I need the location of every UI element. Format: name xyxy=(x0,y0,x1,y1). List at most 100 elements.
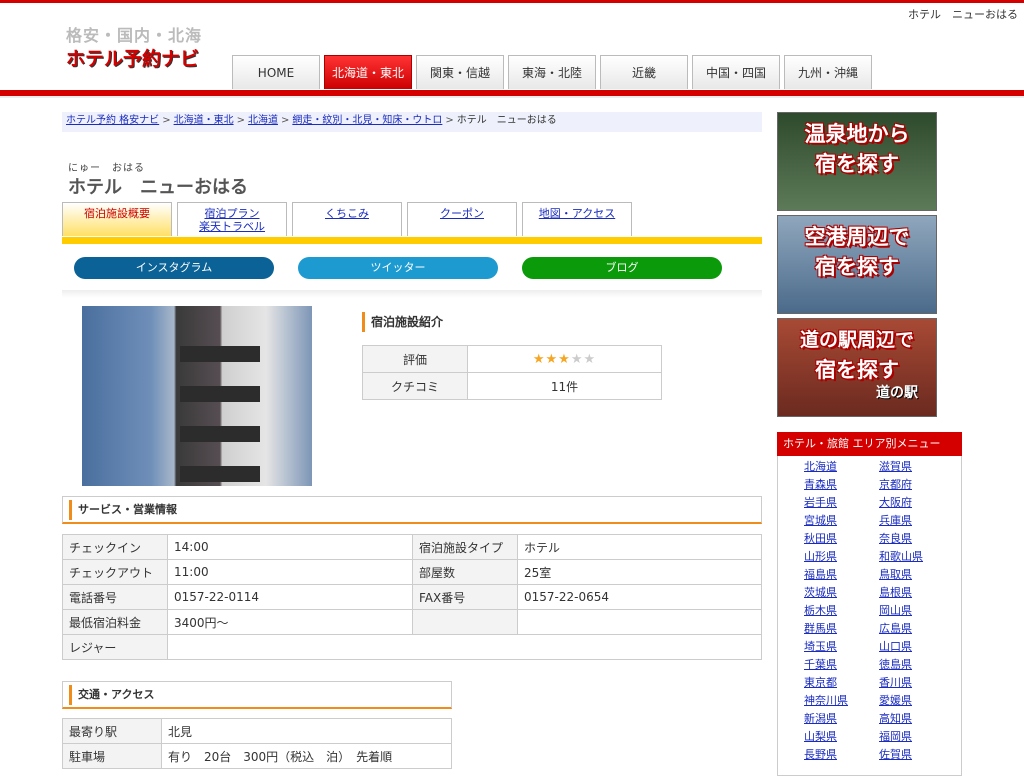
area-link[interactable]: 秋田県 xyxy=(804,530,848,548)
banner-michinoeki-logo: 道の駅 xyxy=(876,385,918,401)
banner-airport-line2: 宿を探す xyxy=(815,255,899,279)
area-link[interactable]: 北海道 xyxy=(804,458,848,476)
breadcrumb-link-area[interactable]: 網走・紋別・北見・知床・ウトロ xyxy=(292,115,442,126)
blog-button[interactable]: ブログ xyxy=(522,257,722,279)
banner-michinoeki-line2: 宿を探す xyxy=(815,358,899,382)
tab-reviews[interactable]: くちこみ xyxy=(292,202,402,236)
access-title: 交通・アクセス xyxy=(69,685,154,705)
area-link[interactable]: 愛媛県 xyxy=(879,692,923,710)
tab-overview[interactable]: 宿泊施設概要 xyxy=(62,202,172,236)
tab-map-access[interactable]: 地図・アクセス xyxy=(522,202,632,236)
nav-kyushu-okinawa[interactable]: 九州・沖縄 xyxy=(784,55,872,89)
table-cell: 25室 xyxy=(517,559,762,585)
photo-window xyxy=(180,346,260,362)
logo-line2: ホテル予約ナビ xyxy=(66,48,200,70)
breadcrumb-link-pref[interactable]: 北海道 xyxy=(248,115,278,126)
table-row: 駐車場 有り 20台 300円（税込 泊） 先着順 xyxy=(62,743,452,769)
tab-coupon-label[interactable]: クーポン xyxy=(440,207,484,220)
table-cell: 最低宿泊料金 xyxy=(62,609,168,635)
area-link[interactable]: 埼玉県 xyxy=(804,638,848,656)
area-link[interactable]: 奈良県 xyxy=(879,530,923,548)
banner-michinoeki[interactable]: 道の駅周辺で 宿を探す 道の駅 xyxy=(777,318,937,417)
area-link[interactable]: 栃木県 xyxy=(804,602,848,620)
area-link[interactable]: 茨城県 xyxy=(804,584,848,602)
area-link[interactable]: 大阪府 xyxy=(879,494,923,512)
service-table: チェックイン 14:00 宿泊施設タイプ ホテル チェックアウト 11:00 部… xyxy=(62,534,762,660)
area-link[interactable]: 兵庫県 xyxy=(879,512,923,530)
area-link[interactable]: 山梨県 xyxy=(804,728,848,746)
area-menu-col1: 北海道 青森県 岩手県 宮城県 秋田県 山形県 福島県 茨城県 栃木県 群馬県 埼玉県 千葉県 東京都神… xyxy=(804,458,848,764)
table-row: 最低宿泊料金 3400円～ xyxy=(62,609,762,635)
breadcrumb-link-top[interactable]: ホテル予約 格安ナビ xyxy=(66,115,159,126)
area-link[interactable]: 島根県 xyxy=(879,584,923,602)
area-link[interactable]: 和歌山県 xyxy=(879,548,923,566)
banner-airport-line1: 空港周辺で xyxy=(804,225,910,249)
logo-line1: 格安・国内・北海 xyxy=(66,26,203,45)
section-divider xyxy=(62,290,762,298)
site-logo[interactable]: 格安・国内・北海 ホテル予約ナビ xyxy=(66,22,222,72)
area-link[interactable]: 青森県 xyxy=(804,476,848,494)
access-table: 最寄り駅 北見 駐車場 有り 20台 300円（税込 泊） 先着順 xyxy=(62,718,452,769)
table-cell xyxy=(412,609,518,635)
tab-coupon[interactable]: クーポン xyxy=(407,202,517,236)
service-header: サービス・営業情報 xyxy=(62,496,762,524)
area-link[interactable]: 佐賀県 xyxy=(879,746,923,764)
nav-kanto-shinetsu[interactable]: 関東・信越 xyxy=(416,55,504,89)
area-link[interactable]: 山口県 xyxy=(879,638,923,656)
area-link[interactable]: 滋賀県 xyxy=(879,458,923,476)
area-link[interactable]: 京都府 xyxy=(879,476,923,494)
tab-plans-label[interactable]: 宿泊プラン xyxy=(205,207,260,220)
breadcrumb-link-region[interactable]: 北海道・東北 xyxy=(174,115,234,126)
area-link[interactable]: 東京都 xyxy=(804,674,848,692)
tab-overview-label: 宿泊施設概要 xyxy=(84,207,150,220)
tab-map-access-label[interactable]: 地図・アクセス xyxy=(539,207,615,220)
banner-airport[interactable]: 空港周辺で 宿を探す xyxy=(777,215,937,314)
area-link[interactable]: 岡山県 xyxy=(879,602,923,620)
table-cell: FAX番号 xyxy=(412,584,518,610)
area-link[interactable]: 群馬県 xyxy=(804,620,848,638)
area-link[interactable]: 徳島県 xyxy=(879,656,923,674)
nav-home[interactable]: HOME xyxy=(232,55,320,89)
table-cell: ホテル xyxy=(517,534,762,560)
table-cell: 0157-22-0114 xyxy=(167,584,413,610)
tab-plans-sub[interactable]: 楽天トラベル xyxy=(199,220,265,233)
detail-tabs: 宿泊施設概要 宿泊プラン 楽天トラベル くちこみ クーポン 地図・アクセス xyxy=(62,202,637,236)
table-cell: 部屋数 xyxy=(412,559,518,585)
area-link[interactable]: 新潟県 xyxy=(804,710,848,728)
table-row: チェックイン 14:00 宿泊施設タイプ ホテル xyxy=(62,534,762,560)
twitter-button[interactable]: ツイッター xyxy=(298,257,498,279)
area-link[interactable]: 神奈川県 xyxy=(804,692,848,710)
area-link[interactable]: 山形県 xyxy=(804,548,848,566)
area-link[interactable]: 広島県 xyxy=(879,620,923,638)
main-nav: HOME 北海道・東北 関東・信越 東海・北陸 近畿 中国・四国 九州・沖縄 xyxy=(232,55,876,91)
table-cell: 北見 xyxy=(161,718,452,744)
nav-underline-shadow xyxy=(0,96,1024,98)
area-link[interactable]: 千葉県 xyxy=(804,656,848,674)
table-cell: レジャー xyxy=(62,634,168,660)
banner-onsen[interactable]: 温泉地から 宿を探す xyxy=(777,112,937,211)
photo-window xyxy=(180,466,260,482)
nav-chugoku-shikoku[interactable]: 中国・四国 xyxy=(692,55,780,89)
instagram-button[interactable]: インスタグラム xyxy=(74,257,274,279)
banner-michinoeki-line1: 道の駅周辺で xyxy=(799,329,914,351)
banner-onsen-line2: 宿を探す xyxy=(815,152,899,176)
area-link[interactable]: 岩手県 xyxy=(804,494,848,512)
nav-hokkaido-tohoku[interactable]: 北海道・東北 xyxy=(324,55,412,89)
tab-plans[interactable]: 宿泊プラン 楽天トラベル xyxy=(177,202,287,236)
area-link[interactable]: 長野県 xyxy=(804,746,848,764)
area-link[interactable]: 宮城県 xyxy=(804,512,848,530)
tab-reviews-label[interactable]: くちこみ xyxy=(325,207,369,220)
breadcrumb-sep: > xyxy=(445,115,454,126)
area-link[interactable]: 高知県 xyxy=(879,710,923,728)
area-link[interactable]: 香川県 xyxy=(879,674,923,692)
service-title: サービス・営業情報 xyxy=(69,500,177,520)
area-link[interactable]: 福島県 xyxy=(804,566,848,584)
star-rating-icon: ★★★★★ xyxy=(532,351,597,367)
area-link[interactable]: 鳥取県 xyxy=(879,566,923,584)
table-cell: 電話番号 xyxy=(62,584,168,610)
area-link[interactable]: 福岡県 xyxy=(879,728,923,746)
nav-tokai-hokuriku[interactable]: 東海・北陸 xyxy=(508,55,596,89)
nav-kinki[interactable]: 近畿 xyxy=(600,55,688,89)
hotel-name-ruby: にゅー おはる xyxy=(68,163,145,174)
banner-onsen-line1: 温泉地から xyxy=(804,122,910,146)
